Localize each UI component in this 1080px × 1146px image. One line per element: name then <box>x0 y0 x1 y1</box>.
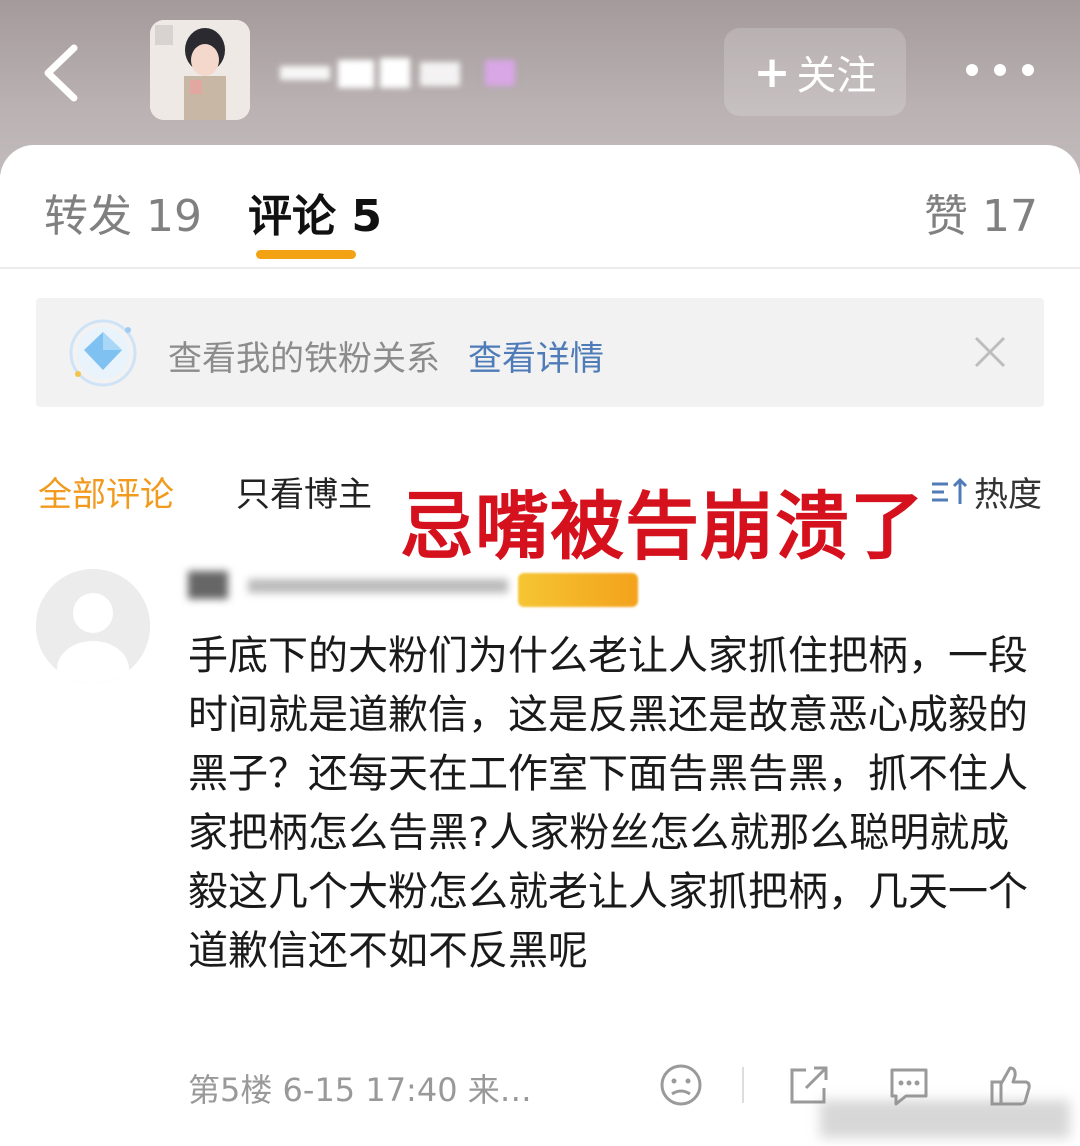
filter-author-only[interactable]: 只看博主 <box>236 467 372 516</box>
follow-button[interactable]: + 关注 <box>724 28 906 116</box>
comment-text: 手底下的大粉们为什么老让人家抓住把柄，一段时间就是道歉信，这是反黑还是故意恶心成… <box>188 633 1028 974</box>
commenter-avatar[interactable] <box>36 569 150 683</box>
back-arrow-icon[interactable] <box>30 38 100 108</box>
overlay-caption: 忌嘴被告崩溃了 <box>400 484 925 570</box>
diamond-badge-icon <box>66 316 140 390</box>
tab-likes[interactable]: 赞 17 <box>924 180 1038 244</box>
fan-relationship-banner: 查看我的铁粉关系 查看详情 <box>36 298 1044 407</box>
action-divider <box>742 1067 744 1103</box>
tab-repost[interactable]: 转发 19 <box>44 180 202 244</box>
watermark-blurred <box>820 1100 1070 1138</box>
sort-icon <box>930 476 970 508</box>
sort-label: 热度 <box>974 475 1042 515</box>
filter-all-comments[interactable]: 全部评论 <box>38 467 174 516</box>
plus-icon: + <box>753 46 791 98</box>
emoji-reaction-icon[interactable] <box>658 1062 704 1108</box>
comment-meta: 第5楼 6-15 17:40 来… <box>188 1071 532 1109</box>
profile-avatar[interactable] <box>150 20 250 120</box>
tabs-divider <box>0 267 1080 269</box>
fan-banner-details-link[interactable]: 查看详情 <box>468 331 604 380</box>
comments-card: 转发 19 评论 5 赞 17 查看我的铁粉关系 查看详情 全部评论 只看博主 … <box>0 145 1080 1146</box>
commenter-name-blurred[interactable] <box>188 565 518 605</box>
follow-label: 关注 <box>796 53 877 99</box>
username-blurred <box>280 52 525 94</box>
tab-comments[interactable]: 评论 5 <box>248 180 382 244</box>
close-icon[interactable] <box>972 334 1008 370</box>
fan-banner-text: 查看我的铁粉关系 <box>168 339 440 379</box>
fan-level-badge <box>518 573 638 607</box>
active-tab-indicator <box>256 250 356 259</box>
more-options-icon[interactable] <box>960 50 1040 90</box>
sort-by-heat-button[interactable]: 热度 <box>930 467 1042 516</box>
